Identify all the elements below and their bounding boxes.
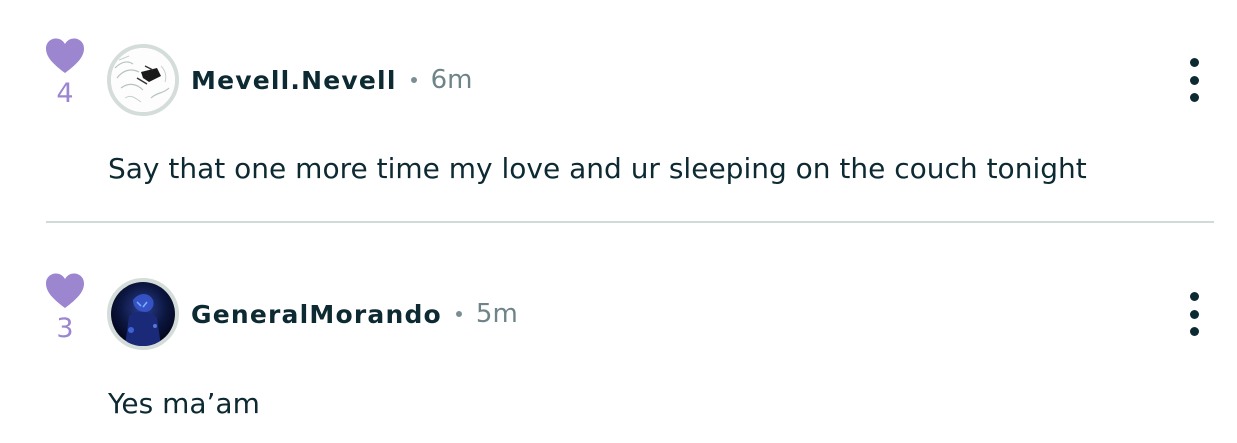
more-vertical-icon[interactable]	[1178, 58, 1210, 102]
timestamp: 6m	[430, 65, 473, 95]
sketch-avatar-icon	[111, 48, 175, 112]
username[interactable]: GeneralMorando	[191, 300, 442, 329]
dark-blue-avatar-icon	[111, 282, 175, 346]
username[interactable]: Mevell.Nevell	[191, 66, 397, 95]
heart-icon[interactable]	[45, 38, 85, 74]
avatar[interactable]	[107, 44, 179, 116]
like-count: 3	[56, 313, 74, 344]
comment-item: 3 GeneralMorando 5m Yes ma’am	[0, 223, 1237, 443]
heart-icon[interactable]	[45, 273, 85, 309]
comment-text: Yes ma’am	[108, 387, 260, 420]
like-count: 4	[56, 78, 74, 109]
avatar[interactable]	[107, 278, 179, 350]
separator-dot-icon	[455, 311, 462, 317]
timestamp: 5m	[475, 299, 518, 329]
comment-meta: Mevell.Nevell 6m	[191, 60, 472, 100]
separator-dot-icon	[410, 77, 417, 83]
comment-meta: GeneralMorando 5m	[191, 294, 518, 334]
comment-feed: 4 Mevell.Nevell 6m Say that one more tim…	[0, 0, 1237, 443]
like-control[interactable]: 3	[44, 273, 86, 342]
more-vertical-icon[interactable]	[1178, 292, 1210, 336]
comment-item: 4 Mevell.Nevell 6m Say that one more tim…	[0, 0, 1237, 222]
comment-text: Say that one more time my love and ur sl…	[108, 152, 1087, 185]
like-control[interactable]: 4	[44, 38, 86, 107]
